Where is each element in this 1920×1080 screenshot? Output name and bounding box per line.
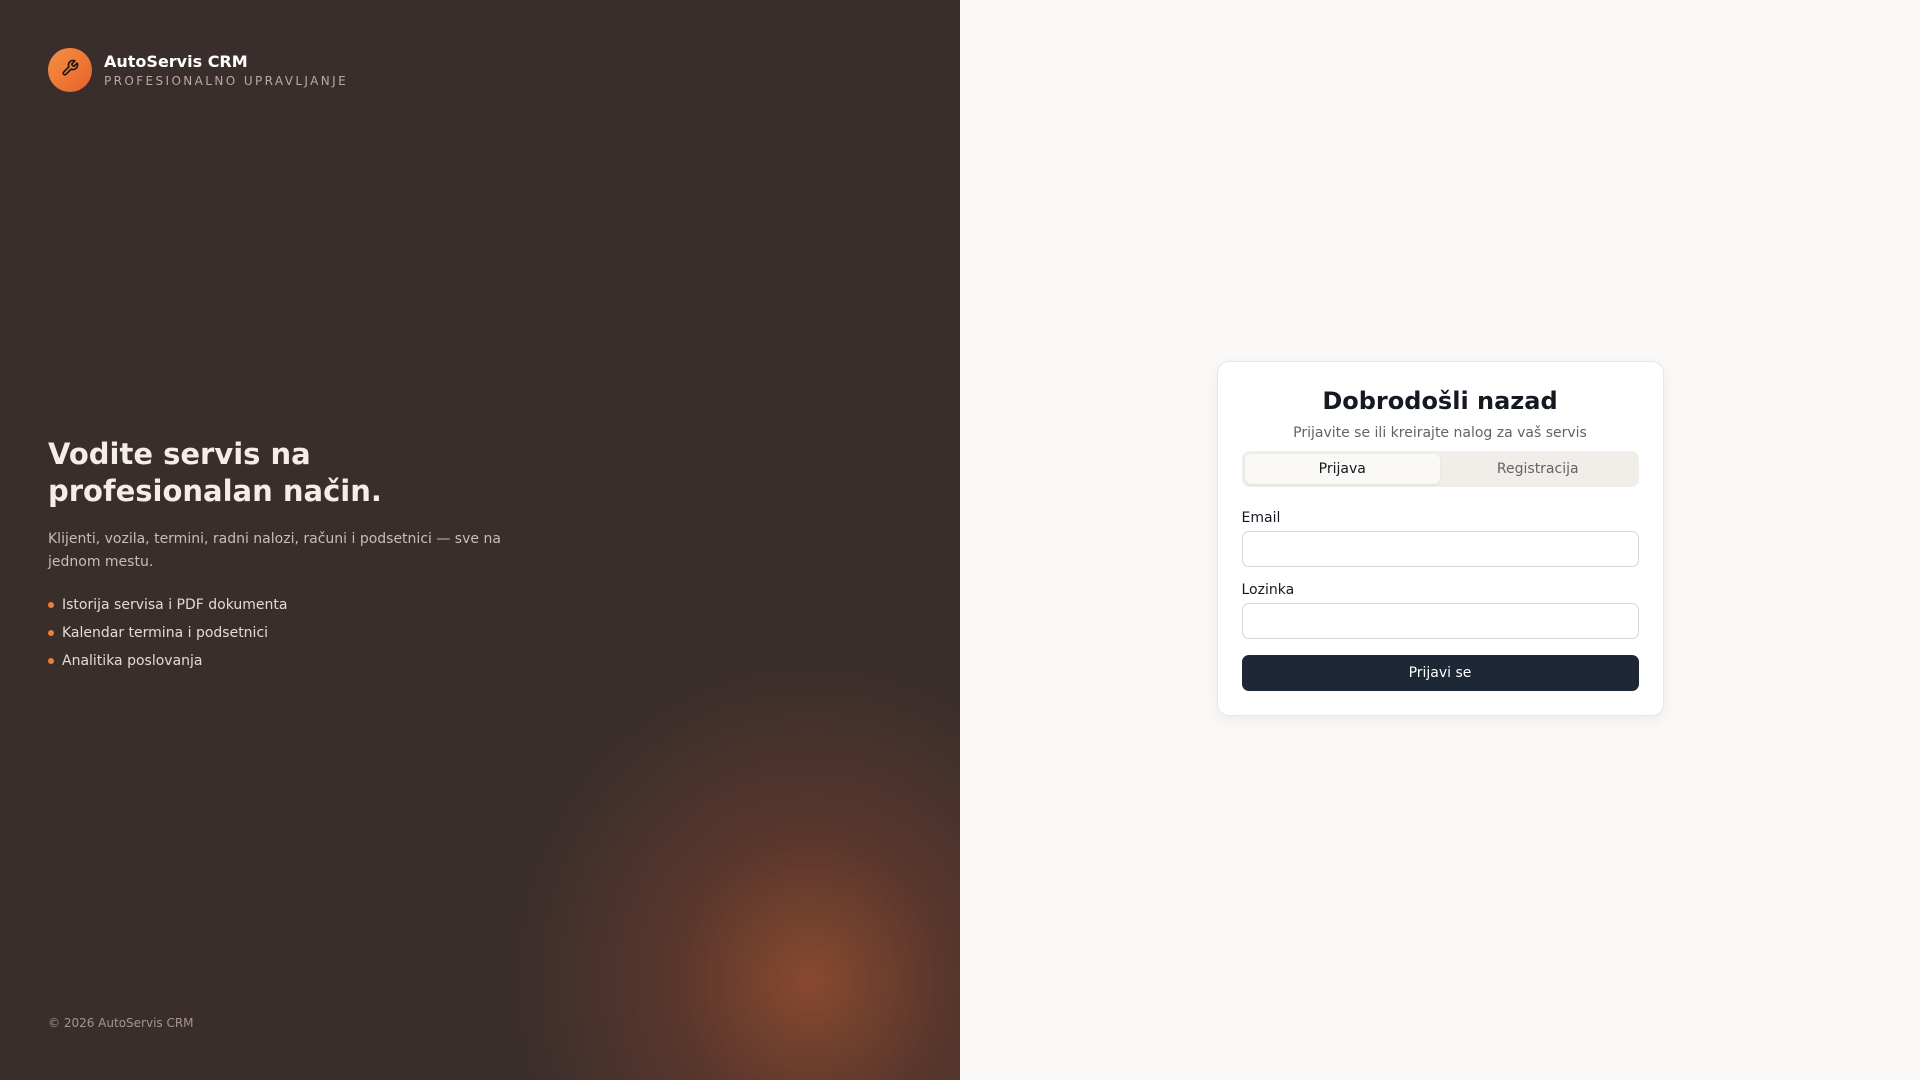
brand-name: AutoServis CRM <box>104 51 248 71</box>
email-label: Email <box>1241 509 1281 526</box>
feature-list: Istorija servisa i PDF dokumenta Kalenda… <box>48 596 508 670</box>
brand-header: AutoServis CRM PROFESIONALNO UPRAVLJANJE <box>48 48 348 92</box>
hero-description: Klijenti, vozila, termini, radni nalozi,… <box>48 531 501 570</box>
tab-login[interactable]: Prijava <box>1244 453 1440 484</box>
brand-subtitle: PROFESIONALNO UPRAVLJANJE <box>104 73 349 88</box>
hero-title: Vodite servis na profesionalan način. <box>48 437 382 508</box>
copyright: © 2026 AutoServis CRM <box>48 1016 194 1030</box>
auth-panel: Dobrodošli nazad Prijavite se ili kreira… <box>960 0 1920 1080</box>
brand-panel: AutoServis CRM PROFESIONALNO UPRAVLJANJE… <box>0 0 960 1080</box>
email-input[interactable] <box>1241 530 1639 567</box>
bullet-dot-icon <box>48 602 54 608</box>
password-label: Lozinka <box>1241 581 1295 598</box>
password-input[interactable] <box>1241 602 1639 639</box>
login-card: Dobrodošli nazad Prijavite se ili kreira… <box>1216 360 1664 716</box>
wrench-icon <box>61 59 79 81</box>
tab-register[interactable]: Registracija <box>1440 454 1636 484</box>
bullet-dot-icon <box>48 658 54 664</box>
card-subtitle: Prijavite se ili kreirajte nalog za vaš … <box>1293 424 1587 441</box>
login-page: AutoServis CRM PROFESIONALNO UPRAVLJANJE… <box>0 0 1920 1080</box>
email-field-group: Email <box>1241 509 1639 567</box>
brand-logo <box>48 48 92 92</box>
password-field-group: Lozinka <box>1241 581 1639 639</box>
feature-label: Istorija servisa i PDF dokumenta <box>62 597 288 613</box>
feature-item: Analitika poslovanja <box>48 652 508 670</box>
login-submit-button[interactable]: Prijavi se <box>1241 654 1639 691</box>
card-title: Dobrodošli nazad <box>1322 386 1558 415</box>
auth-tabs: Prijava Registracija <box>1241 450 1639 487</box>
feature-item: Kalendar termina i podsetnici <box>48 624 508 642</box>
feature-label: Kalendar termina i podsetnici <box>62 625 269 641</box>
feature-item: Istorija servisa i PDF dokumenta <box>48 596 508 614</box>
feature-label: Analitika poslovanja <box>62 653 203 669</box>
hero-section: Vodite servis na profesionalan način. Kl… <box>48 436 508 680</box>
brand-text: AutoServis CRM PROFESIONALNO UPRAVLJANJE <box>104 52 348 89</box>
bullet-dot-icon <box>48 630 54 636</box>
